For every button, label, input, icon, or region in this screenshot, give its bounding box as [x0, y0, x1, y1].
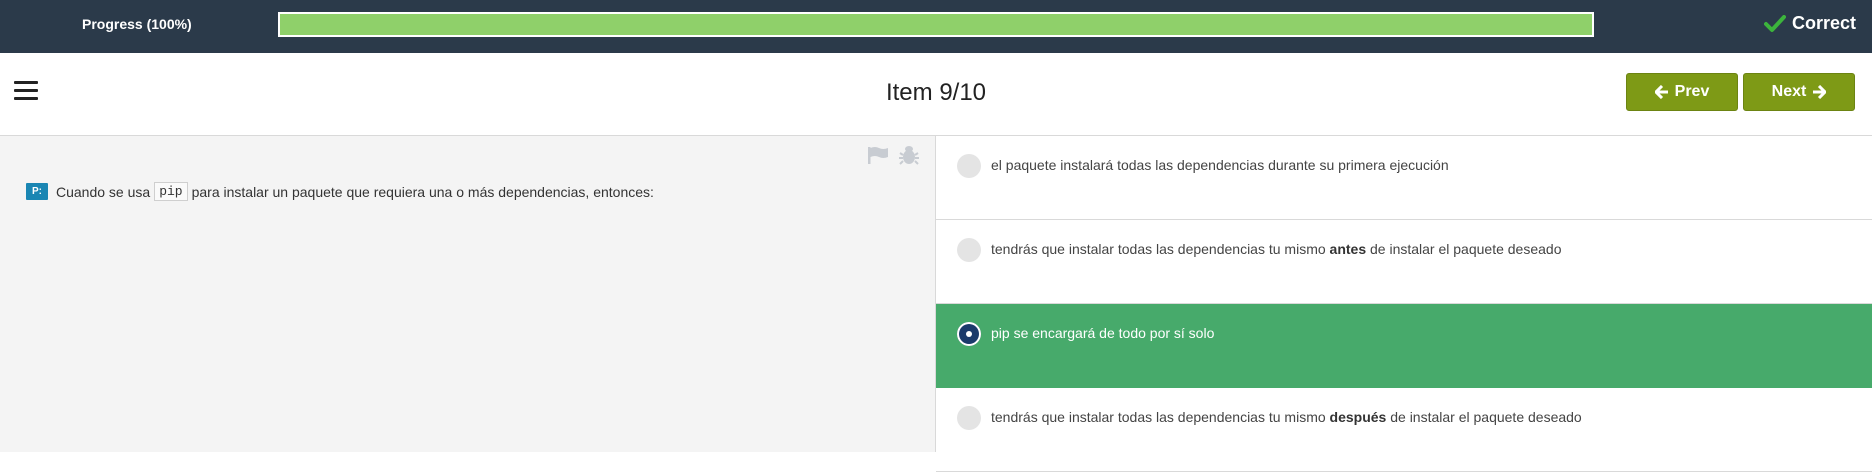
answer-options: el paquete instalará todas las dependenc…: [936, 136, 1872, 472]
bug-icon[interactable]: [899, 144, 919, 166]
progress-bar: [278, 12, 1594, 37]
next-button[interactable]: Next: [1743, 73, 1855, 111]
answer-option-2[interactable]: tendrás que instalar todas las dependenc…: [936, 220, 1872, 304]
next-label: Next: [1771, 83, 1807, 100]
check-icon: [1763, 14, 1786, 32]
top-bar: Progress (100%) Correct: [0, 0, 1872, 53]
flag-icon[interactable]: [867, 146, 889, 164]
option-label: el paquete instalará todas las dependenc…: [991, 157, 1449, 173]
question-text-after: para instalar un paquete que requiera un…: [191, 183, 654, 200]
question-text-before: Cuando se usa: [56, 183, 151, 200]
status-text: Correct: [1791, 13, 1856, 33]
question-text: P: Cuando se usa pip para instalar un pa…: [26, 182, 654, 201]
progress-label: Progress (100%): [82, 16, 192, 32]
question-badge: P:: [26, 183, 48, 200]
option-label: pip se encargará de todo por sí solo: [991, 325, 1215, 341]
item-counter: Item 9/10: [885, 79, 987, 106]
answer-option-4[interactable]: tendrás que instalar todas las dependenc…: [936, 388, 1872, 472]
question-panel: P: Cuando se usa pip para instalar un pa…: [0, 136, 936, 452]
status-indicator: Correct: [1763, 13, 1856, 34]
prev-button[interactable]: Prev: [1626, 73, 1738, 111]
arrow-left-icon: [1654, 85, 1668, 99]
prev-label: Prev: [1674, 83, 1710, 100]
arrow-right-icon: [1813, 85, 1827, 99]
radio-button[interactable]: [957, 238, 981, 262]
answer-option-1[interactable]: el paquete instalará todas las dependenc…: [936, 136, 1872, 220]
answer-option-3[interactable]: pip se encargará de todo por sí solo: [936, 304, 1872, 388]
radio-button-selected[interactable]: [957, 322, 981, 346]
option-label: tendrás que instalar todas las dependenc…: [991, 409, 1582, 425]
option-label: tendrás que instalar todas las dependenc…: [991, 241, 1562, 257]
item-header: Item 9/10 Prev Next: [0, 53, 1872, 136]
radio-button[interactable]: [957, 406, 981, 430]
progress-fill: [280, 14, 1592, 35]
code-snippet: pip: [154, 182, 188, 201]
radio-button[interactable]: [957, 154, 981, 178]
